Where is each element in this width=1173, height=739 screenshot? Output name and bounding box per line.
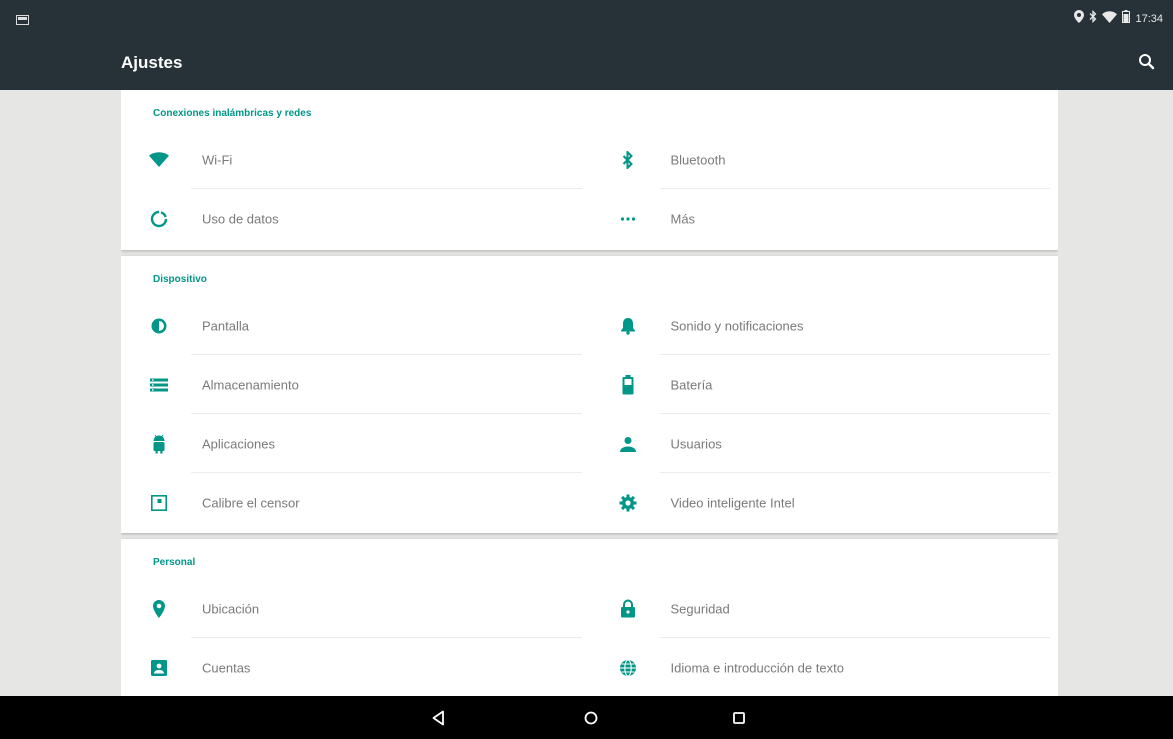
setting-sound-notifications[interactable]: Sonido y notificaciones (590, 296, 1059, 355)
setting-label: Calibre el censor (202, 495, 300, 510)
battery-icon (1122, 10, 1131, 28)
setting-label: Bluetooth (670, 152, 726, 167)
calibrate-icon (149, 493, 169, 513)
wifi-icon (149, 150, 169, 170)
setting-location[interactable]: Ubicación (121, 579, 590, 638)
section-device: Dispositivo Pantalla Sonido y notificaci… (121, 256, 1058, 533)
wifi-icon (1102, 10, 1118, 28)
setting-apps[interactable]: Aplicaciones (121, 414, 590, 473)
section-header: Conexiones inalámbricas y redes (153, 108, 312, 119)
globe-icon (618, 658, 638, 678)
notification-icon (16, 12, 29, 25)
search-button[interactable] (1135, 50, 1159, 74)
page-title: Ajustes (121, 53, 183, 72)
storage-icon (149, 375, 169, 395)
setting-intel-smart-video[interactable]: Video inteligente Intel (590, 473, 1059, 532)
section-header: Personal (153, 557, 196, 568)
home-icon (584, 711, 598, 725)
setting-label: Uso de datos (202, 211, 279, 226)
setting-display[interactable]: Pantalla (121, 296, 590, 355)
brightness-icon (149, 316, 169, 336)
setting-language-input[interactable]: Idioma e introducción de texto (590, 638, 1059, 696)
user-icon (618, 434, 638, 454)
setting-label: Seguridad (670, 601, 730, 616)
setting-label: Sonido y notificaciones (670, 318, 804, 333)
navigation-bar (0, 696, 1173, 739)
setting-label: Wi-Fi (202, 152, 233, 167)
setting-label: Batería (670, 377, 713, 392)
setting-users[interactable]: Usuarios (590, 414, 1059, 473)
settings-list[interactable]: Conexiones inalámbricas y redes Wi-Fi Bl… (121, 90, 1058, 696)
bluetooth-icon (1089, 9, 1097, 28)
setting-label: Video inteligente Intel (670, 495, 795, 510)
search-icon (1139, 54, 1155, 70)
setting-label: Pantalla (202, 318, 249, 333)
location-icon (1074, 10, 1085, 28)
account-box-icon (149, 658, 169, 678)
back-button[interactable] (428, 707, 450, 729)
battery-icon (618, 374, 638, 395)
status-bar: 17:34 (0, 0, 1173, 36)
bell-icon (618, 316, 638, 336)
setting-label: Idioma e introducción de texto (670, 660, 844, 675)
setting-label: Cuentas (202, 660, 251, 675)
setting-label: Más (670, 211, 696, 226)
setting-wifi[interactable]: Wi-Fi (121, 130, 590, 189)
setting-accounts[interactable]: Cuentas (121, 638, 590, 696)
setting-storage[interactable]: Almacenamiento (121, 355, 590, 414)
setting-label: Almacenamiento (202, 377, 299, 392)
app-bar: Ajustes (0, 36, 1173, 90)
recents-icon (733, 712, 745, 724)
location-pin-icon (149, 599, 169, 619)
setting-label: Ubicación (202, 601, 260, 616)
recents-button[interactable] (728, 707, 750, 729)
gear-icon (618, 493, 638, 513)
back-icon (432, 710, 444, 726)
clock: 17:34 (1135, 13, 1163, 25)
section-personal: Personal Ubicación Seguridad Cuentas Idi… (121, 539, 1058, 696)
data-usage-icon (149, 209, 169, 229)
setting-label: Usuarios (670, 436, 722, 451)
android-icon (149, 434, 169, 454)
setting-security[interactable]: Seguridad (590, 579, 1059, 638)
bluetooth-icon (618, 150, 638, 170)
home-button[interactable] (580, 707, 602, 729)
setting-bluetooth[interactable]: Bluetooth (590, 130, 1059, 189)
setting-calibrate-sensor[interactable]: Calibre el censor (121, 473, 590, 532)
lock-icon (618, 599, 638, 619)
setting-label: Aplicaciones (202, 436, 275, 451)
setting-more[interactable]: Más (590, 189, 1059, 248)
section-wireless-networks: Conexiones inalámbricas y redes Wi-Fi Bl… (121, 90, 1058, 250)
setting-battery[interactable]: Batería (590, 355, 1059, 414)
setting-data-usage[interactable]: Uso de datos (121, 189, 590, 248)
section-header: Dispositivo (153, 274, 207, 285)
more-icon (618, 209, 638, 229)
